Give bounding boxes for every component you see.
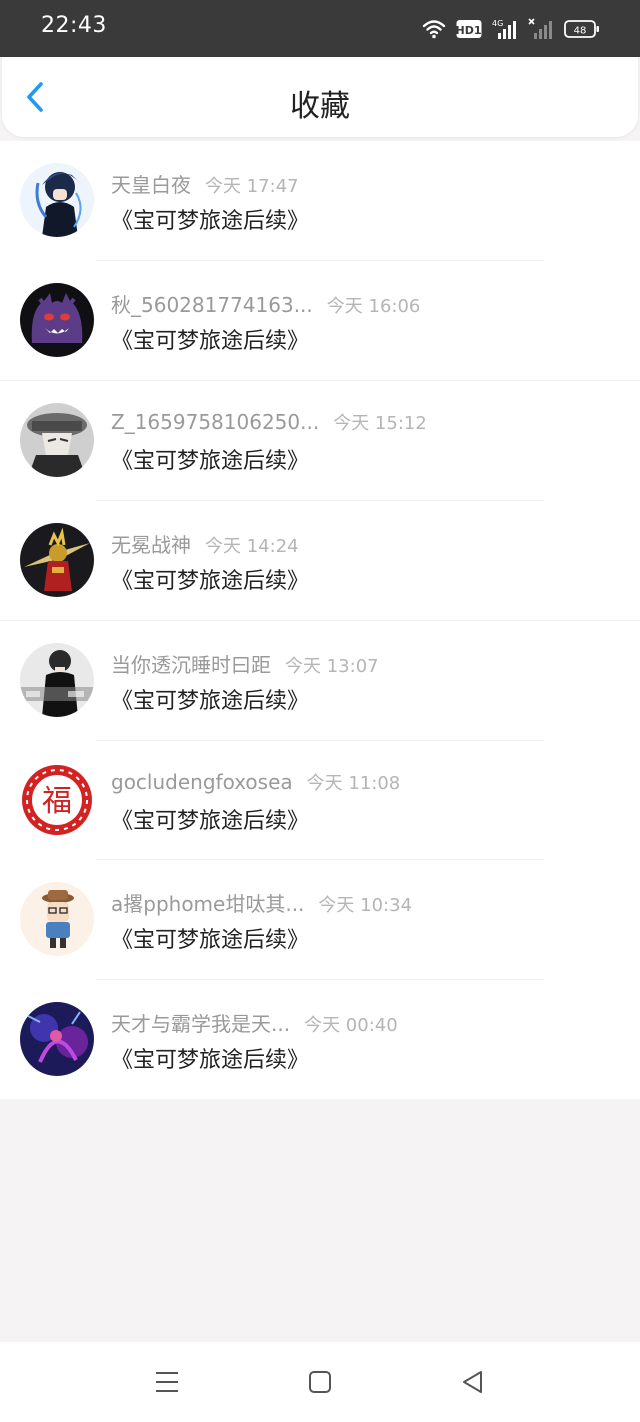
item-meta: 秋_560281774163... 今天 16:06 — [111, 289, 420, 318]
avatar — [20, 522, 94, 597]
menu-icon — [156, 1372, 178, 1392]
timestamp: 今天 15:12 — [333, 413, 427, 434]
network-label: 4G — [492, 19, 503, 28]
timestamp: 今天 14:24 — [205, 535, 299, 557]
avatar — [20, 1001, 94, 1076]
timestamp: 今天 17:47 — [205, 176, 299, 197]
header: 收藏 — [2, 57, 638, 137]
status-bar: 22:43 HD1 4G 48 — [0, 0, 640, 57]
list-item[interactable]: Z_1659758106250... 今天 15:12 《宝可梦旅途后续》 — [0, 381, 640, 501]
item-title: 《宝可梦旅途后续》 — [111, 689, 310, 714]
timestamp: 今天 10:34 — [318, 895, 413, 916]
battery-icon: 48 — [564, 19, 600, 39]
item-title: 《宝可梦旅途后续》 — [111, 1047, 310, 1073]
username: gocludengfoxosea — [111, 769, 293, 794]
timestamp: 今天 16:06 — [326, 295, 421, 317]
battery-level: 48 — [574, 26, 587, 37]
signal-no-service-icon — [528, 18, 554, 40]
status-icons: HD1 4G 48 — [422, 16, 600, 42]
username: 天才与霸学我是天... — [111, 1011, 291, 1036]
menu-button[interactable] — [153, 1368, 181, 1396]
username: 当你透沉睡时曰距 — [111, 653, 271, 677]
list-item[interactable]: 无冕战神 今天 14:24 《宝可梦旅途后续》 — [0, 501, 640, 621]
avatar — [20, 403, 94, 477]
home-icon — [309, 1371, 331, 1393]
back-triangle-icon — [463, 1371, 482, 1393]
avatar — [20, 282, 94, 357]
item-meta: gocludengfoxosea 今天 11:08 — [111, 769, 400, 795]
page-title: 收藏 — [290, 89, 350, 124]
username: Z_1659758106250... — [111, 410, 320, 434]
svg-text:福: 福 — [42, 784, 72, 819]
list-item[interactable]: 天皇白夜 今天 17:47 《宝可梦旅途后续》 — [0, 141, 640, 261]
list-item[interactable]: 天才与霸学我是天... 今天 00:40 《宝可梦旅途后续》 — [0, 980, 640, 1100]
home-button[interactable] — [306, 1368, 334, 1396]
hd-icon: HD1 — [456, 19, 482, 39]
avatar — [20, 643, 94, 717]
avatar — [20, 163, 94, 237]
item-meta: Z_1659758106250... 今天 15:12 — [111, 409, 427, 435]
item-meta: 天才与霸学我是天... 今天 00:40 — [111, 1008, 398, 1037]
username: 无冕战神 — [111, 532, 191, 557]
username: 天皇白夜 — [111, 173, 191, 197]
signal-4g-icon: 4G — [492, 18, 518, 40]
avatar: 福 — [20, 762, 94, 837]
username: 秋_560281774163... — [111, 292, 313, 317]
wifi-icon — [422, 18, 446, 40]
list-item[interactable]: a撂pphome坩呔其... 今天 10:34 《宝可梦旅途后续》 — [0, 860, 640, 980]
item-title: 《宝可梦旅途后续》 — [111, 209, 310, 234]
system-nav-bar — [0, 1342, 640, 1422]
item-title: 《宝可梦旅途后续》 — [111, 568, 310, 594]
item-title: 《宝可梦旅途后续》 — [111, 328, 310, 354]
status-time: 22:43 — [41, 13, 107, 38]
list-item[interactable]: 当你透沉睡时曰距 今天 13:07 《宝可梦旅途后续》 — [0, 621, 640, 741]
avatar — [20, 882, 94, 956]
item-title: 《宝可梦旅途后续》 — [111, 928, 310, 953]
item-meta: a撂pphome坩呔其... 今天 10:34 — [111, 888, 412, 917]
item-meta: 天皇白夜 今天 17:47 — [111, 169, 299, 198]
list-item[interactable]: 福 gocludengfoxosea 今天 11:08 《宝可梦旅途后续》 — [0, 741, 640, 861]
item-title: 《宝可梦旅途后续》 — [111, 808, 310, 834]
hd-label: HD1 — [456, 24, 482, 37]
favorites-list: 天皇白夜 今天 17:47 《宝可梦旅途后续》 秋_560281774163...… — [0, 141, 640, 1099]
username: a撂pphome坩呔其... — [111, 892, 305, 916]
item-title: 《宝可梦旅途后续》 — [111, 449, 310, 474]
back-nav-button[interactable] — [459, 1368, 487, 1396]
timestamp: 今天 13:07 — [285, 656, 379, 677]
timestamp: 今天 00:40 — [304, 1014, 398, 1036]
timestamp: 今天 11:08 — [306, 772, 401, 794]
list-item[interactable]: 秋_560281774163... 今天 16:06 《宝可梦旅途后续》 — [0, 261, 640, 381]
item-meta: 当你透沉睡时曰距 今天 13:07 — [111, 649, 379, 678]
item-meta: 无冕战神 今天 14:24 — [111, 529, 299, 558]
